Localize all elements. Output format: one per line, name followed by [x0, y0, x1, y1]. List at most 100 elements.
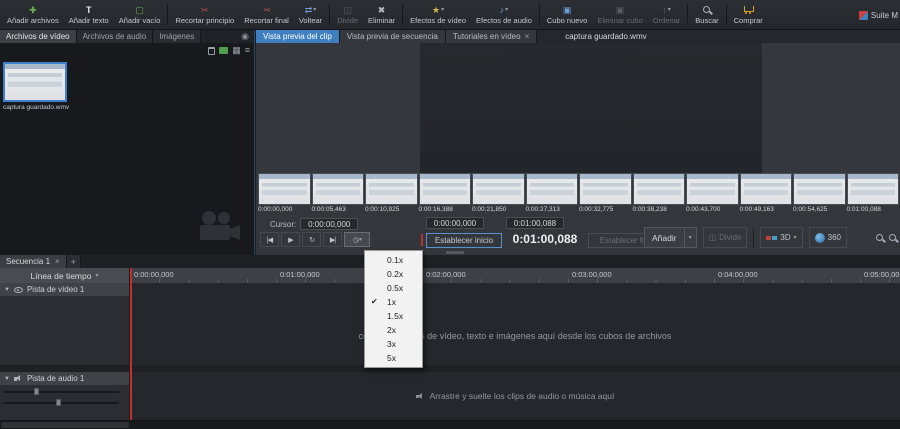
collapse-track-icon[interactable]: ▼	[4, 376, 10, 382]
panel-splitter-handle[interactable]	[446, 251, 464, 254]
filmstrip-frame[interactable]: 0:00:10,925	[365, 173, 418, 215]
end-time-field[interactable]: 0:01:00,088	[506, 217, 564, 229]
menu-item-speed-01x[interactable]: 0.1x	[365, 253, 422, 267]
video-track-area[interactable]: coloque los clips de vídeo, texto e imág…	[130, 283, 900, 365]
filmstrip-frame[interactable]: 0:00:16,388	[418, 173, 471, 215]
buy-button[interactable]: Comprar	[729, 0, 768, 29]
track-mute-icon[interactable]	[13, 375, 23, 383]
delete-bin-button[interactable]: ▣ Eliminar cubo	[592, 0, 647, 29]
zoom-in-icon[interactable]	[876, 234, 883, 241]
filmstrip-frame[interactable]: 0:00:49,163	[739, 173, 792, 215]
filmstrip-frame[interactable]: 0:00:00,000	[258, 173, 311, 215]
media-thumbnail[interactable]	[3, 62, 67, 102]
cursor-time-field[interactable]: 0:00:00,000	[300, 218, 359, 230]
tab-sequence-1[interactable]: Secuencia 1 ×	[0, 255, 67, 268]
menu-item-speed-02x[interactable]: 0.2x	[365, 267, 422, 281]
trim-start-button[interactable]: ✂ Recortar principio	[170, 0, 239, 29]
tab-images[interactable]: Imágenes	[153, 30, 202, 43]
menu-item-speed-5x[interactable]: 5x	[365, 351, 422, 365]
timeline-mode-selector[interactable]: Línea de tiempo ▾	[0, 268, 130, 283]
skip-to-end-button[interactable]: ▶|	[323, 232, 342, 247]
close-icon[interactable]: ×	[525, 32, 530, 41]
loop-button[interactable]: ↻	[302, 232, 321, 247]
zoom-out-icon[interactable]	[889, 234, 896, 241]
add-blank-button[interactable]: ▢ Añadir vacío	[114, 0, 166, 29]
360-mode-button[interactable]: 360	[808, 227, 847, 248]
divide-clip-label: Divide	[719, 233, 742, 242]
audio-effects-button[interactable]: ♪ ▾ Efectos de audio	[471, 0, 537, 29]
play-button[interactable]: ▶	[281, 232, 300, 247]
filmstrip-frame[interactable]: 0:00:54,625	[793, 173, 846, 215]
filmstrip-frame[interactable]: 0:01:00,088	[846, 173, 899, 215]
tab-video-tutorials[interactable]: Tutoriales en vídeo ×	[445, 30, 538, 43]
menu-item-speed-1x[interactable]: ✔ 1x	[365, 295, 422, 309]
filmstrip[interactable]: 0:00:00,000 0:00:05,463 0:00:10,925 0:00…	[258, 173, 900, 215]
divide-button[interactable]: ◫ Divide	[332, 0, 363, 29]
divide-label: Divide	[337, 16, 359, 25]
filmstrip-frame[interactable]: 0:00:43,700	[686, 173, 739, 215]
3d-glasses-icon	[766, 235, 778, 240]
add-files-button[interactable]: ✚ Añadir archivos	[2, 0, 64, 29]
trash-icon[interactable]	[208, 46, 216, 55]
media-item[interactable]: captura guardado.wmv	[3, 62, 69, 111]
add-text-button[interactable]: T Añadir texto	[64, 0, 114, 29]
check-icon: ✔	[371, 297, 378, 306]
skip-to-start-icon: |◀	[266, 236, 273, 244]
time-ruler[interactable]: 0:00:00,000 0:01:00,000 0:02:00,000 0:03…	[130, 268, 900, 283]
grid-view-icon[interactable]: ▦	[232, 46, 241, 55]
tab-video-files[interactable]: Archivos de vídeo	[0, 30, 77, 43]
tab-clip-preview[interactable]: Vista previa del clip	[256, 30, 340, 43]
filmstrip-frame[interactable]: 0:00:21,850	[472, 173, 525, 215]
menu-item-label: 0.5x	[387, 283, 404, 293]
filmstrip-frame[interactable]: 0:00:05,463	[311, 173, 364, 215]
flip-icon: ⇄	[304, 4, 313, 15]
start-time-field[interactable]: 0:00:00,000	[426, 217, 484, 229]
delete-button[interactable]: ✖ Eliminar	[363, 0, 400, 29]
menu-item-speed-3x[interactable]: 3x	[365, 337, 422, 351]
menu-item-speed-15x[interactable]: 1.5x	[365, 309, 422, 323]
frame-thumbnail	[632, 173, 685, 205]
speaker-icon	[415, 392, 425, 400]
sort-button[interactable]: ↕ ▾ Ordenar	[648, 0, 686, 29]
close-icon[interactable]: ×	[55, 257, 60, 266]
skip-to-start-button[interactable]: |◀	[260, 232, 279, 247]
suite-button[interactable]: Suite M	[858, 0, 898, 29]
tab-sequence-preview[interactable]: Vista previa de secuencia	[339, 30, 446, 43]
import-folder-icon[interactable]	[219, 47, 229, 54]
search-button[interactable]: Buscar	[690, 0, 723, 29]
tab-audio-files[interactable]: Archivos de audio	[76, 30, 154, 43]
3d-mode-button[interactable]: 3D ▾	[760, 227, 803, 248]
video-effects-button[interactable]: ★ ▾ Efectos de vídeo	[405, 0, 471, 29]
capture-video-icon[interactable]: ◉	[236, 30, 254, 43]
new-bin-button[interactable]: ▣ Cubo nuevo	[542, 0, 592, 29]
volume-slider[interactable]	[4, 388, 125, 395]
scrollbar-thumb[interactable]	[1, 422, 129, 428]
track-visibility-icon[interactable]	[13, 286, 23, 293]
movie-camera-watermark-icon	[196, 210, 240, 249]
add-sequence-button[interactable]: +	[66, 255, 81, 268]
files-panel-tabs: Archivos de vídeo Archivos de audio Imág…	[0, 30, 254, 43]
horizontal-scrollbar[interactable]	[0, 420, 900, 429]
playback-speed-button[interactable]: ◷ ▾	[344, 232, 370, 247]
video-preview-area[interactable]	[256, 43, 900, 173]
filmstrip-frame[interactable]: 0:00:27,313	[525, 173, 578, 215]
add-object-button[interactable]: Añadir ▾	[644, 227, 697, 248]
menu-item-speed-05x[interactable]: 0.5x	[365, 281, 422, 295]
playhead-cursor[interactable]	[130, 268, 132, 420]
divide-clip-button[interactable]: ◫ Divide	[702, 227, 748, 248]
trim-end-button[interactable]: ✂ Recortar final	[239, 0, 294, 29]
chevron-down-icon: ▾	[313, 7, 317, 13]
collapse-track-icon[interactable]: ▼	[4, 287, 10, 293]
set-start-button[interactable]: Establecer inicio	[426, 233, 502, 248]
filmstrip-frame[interactable]: 0:00:32,775	[579, 173, 632, 215]
flip-button[interactable]: ⇄ ▾ Voltear	[294, 0, 327, 29]
filmstrip-frame[interactable]: 0:00:38,238	[632, 173, 685, 215]
add-text-icon: T	[85, 4, 92, 15]
frame-timestamp: 0:01:00,088	[846, 206, 881, 213]
audio-track-area[interactable]: Arrastre y suelte los clips de audio o m…	[130, 372, 900, 420]
list-view-icon[interactable]: ≡	[245, 46, 250, 55]
menu-item-speed-2x[interactable]: 2x	[365, 323, 422, 337]
tab-sequence-preview-label: Vista previa de secuencia	[346, 32, 438, 41]
balance-slider[interactable]	[4, 399, 125, 406]
trim-start-icon: ✂	[201, 4, 209, 15]
